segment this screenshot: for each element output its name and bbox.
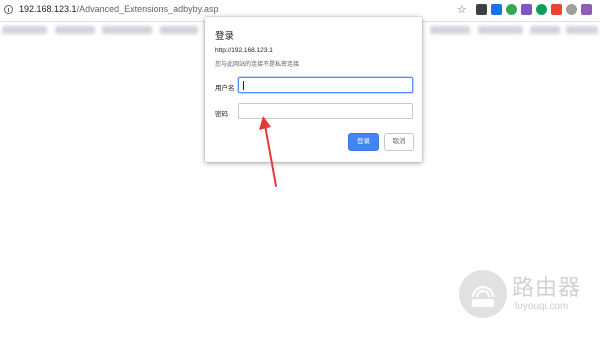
bookmark-item[interactable]	[478, 26, 523, 34]
login-button[interactable]: 登录	[348, 133, 379, 151]
text-caret	[243, 81, 244, 90]
url-host: 192.168.123.1	[19, 4, 77, 14]
extension-icon[interactable]	[521, 4, 532, 15]
auth-dialog: 登录 http://192.168.123.1 您与此网站的连接不是私密连接 用…	[205, 17, 422, 162]
bookmark-item[interactable]	[430, 26, 470, 34]
bookmark-star-icon[interactable]: ☆	[457, 3, 467, 17]
watermark-domain: luyouqi.com	[515, 301, 569, 312]
info-icon[interactable]	[4, 5, 13, 14]
extension-icon[interactable]	[581, 4, 592, 15]
bookmark-item[interactable]	[530, 26, 560, 34]
password-input[interactable]	[238, 103, 413, 119]
extension-icon[interactable]	[551, 4, 562, 15]
extension-icon[interactable]	[506, 4, 517, 15]
bookmark-item[interactable]	[2, 26, 47, 34]
username-input[interactable]	[238, 77, 413, 93]
bookmark-item[interactable]	[55, 26, 95, 34]
watermark-text: 路由器	[512, 276, 582, 301]
bookmark-item[interactable]	[566, 26, 598, 34]
connection-warning: 您与此网站的连接不是私密连接	[215, 62, 300, 68]
dialog-title: 登录	[215, 31, 235, 42]
evernote-icon[interactable]	[536, 4, 547, 15]
bookmark-item[interactable]	[102, 26, 152, 34]
password-label: 密码	[215, 111, 228, 118]
extension-icon[interactable]	[566, 4, 577, 15]
bookmark-item[interactable]	[160, 26, 198, 34]
qr-extension-icon[interactable]	[476, 4, 487, 15]
username-label: 用户名	[215, 85, 235, 92]
url-text[interactable]: 192.168.123.1/Advanced_Extensions_adbyby…	[19, 4, 219, 14]
watermark-logo-icon	[459, 270, 507, 318]
cancel-button[interactable]: 取消	[384, 133, 414, 151]
extension-icon[interactable]	[491, 4, 502, 15]
url-path: /Advanced_Extensions_adbyby.asp	[76, 4, 219, 14]
dialog-origin: http://192.168.123.1	[215, 47, 273, 54]
